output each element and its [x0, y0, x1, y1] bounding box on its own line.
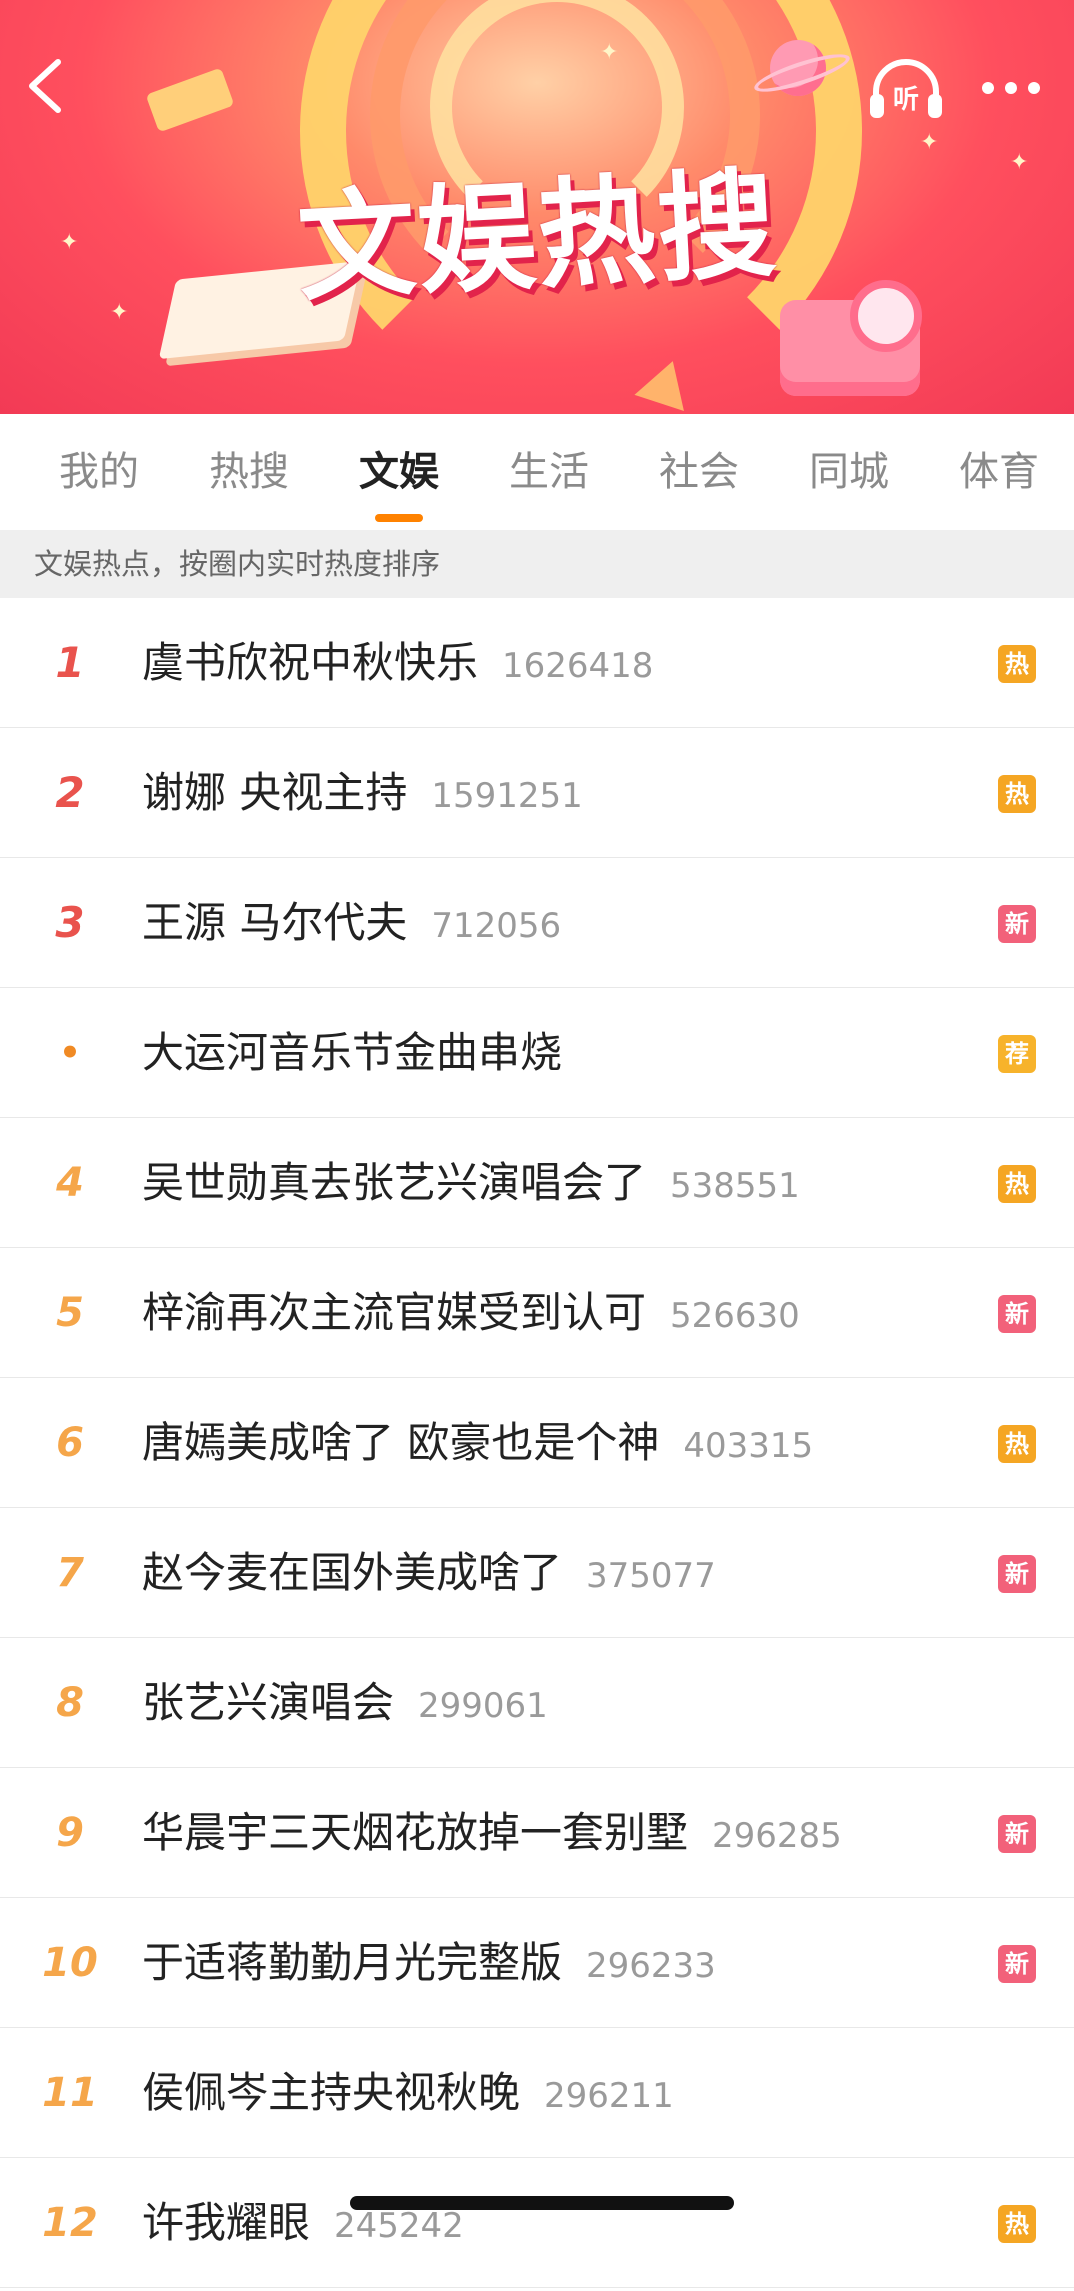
topic-title: 谢娜 央视主持: [142, 768, 408, 817]
topic-title-line: 许我耀眼 245242: [142, 2158, 464, 2288]
list-item[interactable]: 3 王源 马尔代夫 712056 新: [0, 858, 1074, 988]
list-item[interactable]: 11 侯佩岑主持央视秋晚 296211: [0, 2028, 1074, 2158]
camera-illustration: [780, 280, 922, 396]
list-item[interactable]: 2 谢娜 央视主持 1591251 热: [0, 728, 1074, 858]
new-badge: 新: [998, 1945, 1036, 1983]
topic-title-line: 虞书欣祝中秋快乐 1626418: [142, 598, 653, 728]
more-dots-icon: [982, 82, 1040, 94]
topic-title: 大运河音乐节金曲串烧: [142, 1028, 563, 1077]
topic-title-line: 大运河音乐节金曲串烧: [142, 988, 586, 1118]
rank-number: 8: [56, 1680, 84, 1726]
heat-count: 296211: [544, 2076, 674, 2116]
topic-title: 虞书欣祝中秋快乐: [142, 638, 479, 687]
heat-count: 1626418: [502, 646, 654, 686]
chevron-left-icon: [29, 59, 61, 113]
topic-title-line: 于适蒋勤勤月光完整版 296233: [142, 1898, 716, 2028]
category-tab-bar: 我的 热搜 文娱 生活 社会 同城 体育: [0, 414, 1074, 530]
topic-title-line: 侯佩岑主持央视秋晚 296211: [142, 2028, 674, 2158]
hot-badge: 热: [998, 775, 1036, 813]
heat-count: 299061: [418, 1686, 548, 1726]
rank-number: 9: [56, 1810, 84, 1856]
hot-badge: 热: [998, 2205, 1036, 2243]
topic-title-line: 张艺兴演唱会 299061: [142, 1638, 548, 1768]
hot-search-list: 1 虞书欣祝中秋快乐 1626418 热 2 谢娜 央视主持 1591251 热 3…: [0, 598, 1074, 2288]
heat-count: 1591251: [431, 776, 583, 816]
hero-banner: ✦ ✦ ✦ ✦ ✦ 文娱热搜 听: [0, 0, 1074, 414]
rank-number: 10: [42, 1940, 98, 1986]
new-badge: 新: [998, 1555, 1036, 1593]
topic-title: 许我耀眼: [142, 2198, 311, 2247]
tab-local[interactable]: 同城: [774, 414, 924, 530]
topic-title-line: 王源 马尔代夫 712056: [142, 858, 561, 988]
hot-badge: 热: [998, 645, 1036, 683]
rank-number: 4: [56, 1160, 84, 1206]
heat-count: 712056: [431, 906, 562, 946]
more-options-button[interactable]: [976, 68, 1046, 108]
topic-title: 唐嫣美成啥了 欧豪也是个神: [142, 1418, 660, 1467]
list-item[interactable]: 5 梓渝再次主流官媒受到认可 526630 新: [0, 1248, 1074, 1378]
topic-title: 赵今麦在国外美成啥了: [142, 1548, 563, 1597]
home-indicator[interactable]: [350, 2196, 734, 2210]
list-description: 文娱热点，按圈内实时热度排序: [0, 530, 1074, 598]
topic-title-line: 梓渝再次主流官媒受到认可 526630: [142, 1248, 800, 1378]
listen-label: 听: [893, 85, 919, 115]
heat-count: 296233: [586, 1946, 716, 1986]
heat-count: 538551: [670, 1166, 800, 1206]
rank-number: 5: [56, 1290, 84, 1336]
rank-number: 7: [56, 1550, 84, 1596]
rank-number: 12: [42, 2200, 98, 2246]
rank-number: 6: [56, 1420, 84, 1466]
list-item[interactable]: 1 虞书欣祝中秋快乐 1626418 热: [0, 598, 1074, 728]
heat-count: 403315: [683, 1426, 814, 1466]
topic-title-line: 赵今麦在国外美成啥了 375077: [142, 1508, 716, 1638]
rank-number: 1: [55, 638, 85, 687]
list-item[interactable]: 6 唐嫣美成啥了 欧豪也是个神 403315 热: [0, 1378, 1074, 1508]
topic-title: 张艺兴演唱会: [142, 1678, 395, 1727]
list-item[interactable]: 8 张艺兴演唱会 299061: [0, 1638, 1074, 1768]
list-item[interactable]: 12 许我耀眼 245242 热: [0, 2158, 1074, 2288]
tab-sports[interactable]: 体育: [924, 414, 1074, 530]
ribbon-illustration: [145, 67, 235, 133]
listen-button[interactable]: 听: [866, 58, 946, 122]
new-badge: 新: [998, 905, 1036, 943]
tab-mine[interactable]: 我的: [24, 414, 174, 530]
rank-number: 11: [42, 2070, 98, 2116]
list-item[interactable]: 10 于适蒋勤勤月光完整版 296233 新: [0, 1898, 1074, 2028]
rank-number: 3: [55, 898, 85, 947]
topic-title-line: 华晨宇三天烟花放掉一套别墅 296285: [142, 1768, 842, 1898]
tab-society[interactable]: 社会: [624, 414, 774, 530]
new-badge: 新: [998, 1815, 1036, 1853]
rank-number: 2: [55, 768, 85, 817]
recommended-badge: 荐: [998, 1035, 1036, 1073]
topic-title: 梓渝再次主流官媒受到认可: [142, 1288, 647, 1337]
topic-title: 侯佩岑主持央视秋晚: [142, 2068, 521, 2117]
topic-title: 王源 马尔代夫: [142, 898, 408, 947]
heat-count: 526630: [670, 1296, 800, 1336]
topic-title-line: 唐嫣美成啥了 欧豪也是个神 403315: [142, 1378, 813, 1508]
promoted-dot: •: [59, 1033, 81, 1073]
back-button[interactable]: [20, 56, 70, 116]
tab-entertainment[interactable]: 文娱: [324, 414, 474, 530]
topic-title-line: 吴世勋真去张艺兴演唱会了 538551: [142, 1118, 800, 1248]
list-item[interactable]: 7 赵今麦在国外美成啥了 375077 新: [0, 1508, 1074, 1638]
topic-title: 华晨宇三天烟花放掉一套别墅: [142, 1808, 689, 1857]
hot-badge: 热: [998, 1165, 1036, 1203]
sparkle-icon: ✦: [600, 40, 619, 65]
heat-count: 296285: [712, 1816, 842, 1856]
list-item[interactable]: 9 华晨宇三天烟花放掉一套别墅 296285 新: [0, 1768, 1074, 1898]
list-item[interactable]: • 大运河音乐节金曲串烧 荐: [0, 988, 1074, 1118]
topic-title: 于适蒋勤勤月光完整版: [142, 1938, 563, 1987]
hot-badge: 热: [998, 1425, 1036, 1463]
list-item[interactable]: 4 吴世勋真去张艺兴演唱会了 538551 热: [0, 1118, 1074, 1248]
topic-title: 吴世勋真去张艺兴演唱会了: [142, 1158, 647, 1207]
topic-title-line: 谢娜 央视主持 1591251: [142, 728, 583, 858]
heat-count: 375077: [586, 1556, 716, 1596]
tab-life[interactable]: 生活: [474, 414, 624, 530]
new-badge: 新: [998, 1295, 1036, 1333]
headphones-icon: 听: [870, 59, 942, 118]
tab-hot-search[interactable]: 热搜: [174, 414, 324, 530]
heat-count: 245242: [334, 2206, 464, 2246]
